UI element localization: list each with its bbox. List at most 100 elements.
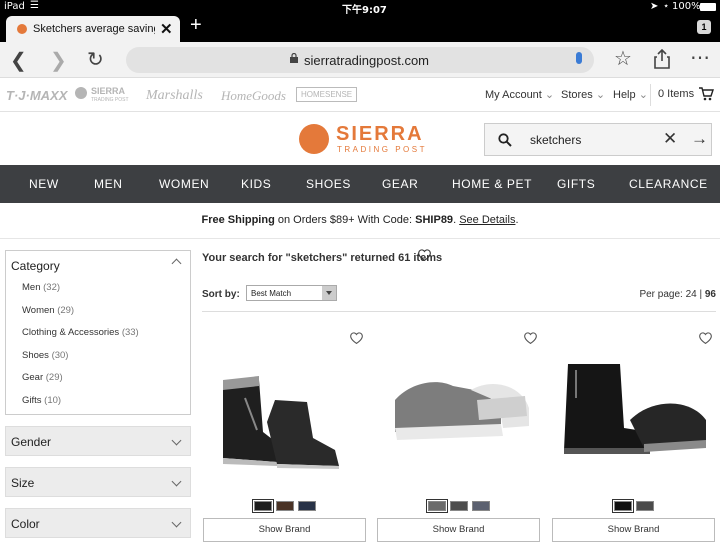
cart-link[interactable]: 0 Items xyxy=(658,88,694,100)
address-bar[interactable]: sierratradingpost.com xyxy=(126,47,594,73)
clear-search-icon[interactable]: ✕ xyxy=(663,129,677,149)
color-swatch[interactable] xyxy=(635,501,654,511)
product-card[interactable]: Show Brand xyxy=(203,322,366,542)
new-tab-icon[interactable]: + xyxy=(190,14,202,37)
my-account-link[interactable]: My Account ⌄ xyxy=(485,88,554,101)
stores-link[interactable]: Stores ⌄ xyxy=(561,88,605,101)
search-icon[interactable] xyxy=(498,133,512,147)
color-swatch[interactable] xyxy=(251,499,274,513)
sierra-small-logo-icon xyxy=(75,87,87,99)
homesense-logo[interactable]: HOMESENSE xyxy=(296,87,358,102)
search-submit-arrow-icon[interactable]: → xyxy=(691,129,708,149)
product-image-boot[interactable] xyxy=(215,350,355,470)
battery-icon xyxy=(700,3,716,11)
back-icon[interactable]: ❮ xyxy=(10,48,27,73)
tab-count-button[interactable]: 1 xyxy=(697,20,711,34)
wishlist-heart-icon[interactable] xyxy=(524,332,537,344)
color-swatch[interactable] xyxy=(449,501,468,511)
chevron-down-icon xyxy=(171,435,182,446)
nav-gear[interactable]: GEAR xyxy=(382,177,418,191)
nav-shoes[interactable]: SHOES xyxy=(306,177,351,191)
show-brand-button[interactable]: Show Brand xyxy=(552,518,715,542)
promo-banner: Free Shipping on Orders $89+ With Code: … xyxy=(0,203,720,239)
location-icon: ➤ xyxy=(650,1,659,12)
tjmaxx-logo[interactable]: T·J·MAXX xyxy=(6,88,67,103)
color-swatch[interactable] xyxy=(611,499,634,513)
tab-strip: Sketchers average savings ✕ + 1 xyxy=(0,14,720,42)
category-option[interactable]: Gear (29) xyxy=(22,372,63,383)
save-search-heart-icon[interactable] xyxy=(418,249,431,261)
color-swatch[interactable] xyxy=(297,501,316,511)
sort-label: Sort by: xyxy=(202,289,240,300)
wishlist-heart-icon[interactable] xyxy=(350,332,363,344)
status-bar: iPad ☰ 下午9:07 ➤ ⋆ 100% xyxy=(0,0,720,16)
product-image-sneaker[interactable] xyxy=(391,362,531,452)
url-text: sierratradingpost.com xyxy=(304,53,429,68)
size-filter[interactable]: Size xyxy=(5,467,191,497)
brand-sub: TRADING POST xyxy=(337,145,428,154)
chevron-down-icon xyxy=(171,517,182,528)
category-option[interactable]: Clothing & Accessories (33) xyxy=(22,327,139,338)
gender-filter[interactable]: Gender xyxy=(5,426,191,456)
category-filter-title[interactable]: Category xyxy=(11,259,60,273)
browser-tab[interactable]: Sketchers average savings ✕ xyxy=(6,16,180,42)
show-brand-button[interactable]: Show Brand xyxy=(377,518,540,542)
chevron-down-icon: ⌄ xyxy=(595,89,606,101)
product-card[interactable]: Show Brand xyxy=(377,322,540,542)
category-option[interactable]: Men (32) xyxy=(22,282,60,293)
sierra-logo[interactable]: SIERRA xyxy=(91,86,125,96)
show-brand-button[interactable]: Show Brand xyxy=(203,518,366,542)
color-filter-title: Color xyxy=(11,517,40,531)
per-page-96-link[interactable]: 96 xyxy=(705,289,716,300)
sierra-logo-icon[interactable] xyxy=(299,124,329,154)
product-image-ankle-boot[interactable] xyxy=(560,358,710,458)
color-swatches xyxy=(552,498,715,516)
nav-men[interactable]: MEN xyxy=(94,177,122,191)
reload-icon[interactable]: ↻ xyxy=(87,47,104,72)
sort-select[interactable]: Best Match xyxy=(246,285,337,301)
cart-icon[interactable] xyxy=(698,86,714,102)
color-filter[interactable]: Color xyxy=(5,508,191,538)
product-card[interactable]: Show Brand xyxy=(552,322,715,542)
share-icon[interactable] xyxy=(654,49,670,69)
help-link[interactable]: Help ⌄ xyxy=(613,88,648,101)
browser-toolbar: ❮ ❯ ↻ sierratradingpost.com ☆ ⋯ xyxy=(0,42,720,78)
chevron-up-icon[interactable] xyxy=(171,258,182,269)
see-details-link[interactable]: See Details xyxy=(459,214,515,226)
wishlist-heart-icon[interactable] xyxy=(699,332,712,344)
lock-icon xyxy=(290,53,298,63)
retailer-bar: T·J·MAXX SIERRA TRADING POST Marshalls H… xyxy=(0,78,720,112)
nav-home-pet[interactable]: HOME & PET xyxy=(452,177,532,191)
results-heading: Your search for "sketchers" returned 61 … xyxy=(202,252,443,264)
homegoods-logo[interactable]: HomeGoods xyxy=(221,88,286,104)
nav-kids[interactable]: KIDS xyxy=(241,177,271,191)
color-swatches xyxy=(377,498,540,516)
bookmark-star-icon[interactable]: ☆ xyxy=(614,46,632,71)
category-option[interactable]: Shoes (30) xyxy=(22,350,68,361)
nav-new[interactable]: NEW xyxy=(29,177,59,191)
bluetooth-icon: ⋆ xyxy=(663,1,670,12)
per-page: Per page: 24 | 96 xyxy=(639,289,716,300)
device-label: iPad xyxy=(4,1,25,12)
search-input[interactable]: sketchers xyxy=(530,133,581,147)
battery-percent: 100% xyxy=(672,1,701,12)
promo-text: Free Shipping on Orders $89+ With Code: … xyxy=(201,214,519,226)
marshalls-logo[interactable]: Marshalls xyxy=(146,88,203,104)
category-option[interactable]: Women (29) xyxy=(22,305,74,316)
nav-clearance[interactable]: CLEARANCE xyxy=(629,177,708,191)
size-filter-title: Size xyxy=(11,476,35,490)
sierra-logo-sub: TRADING POST xyxy=(91,97,129,103)
close-tab-icon[interactable]: ✕ xyxy=(160,20,173,38)
color-swatch[interactable] xyxy=(471,501,490,511)
more-icon[interactable]: ⋯ xyxy=(690,45,710,70)
color-swatch[interactable] xyxy=(425,499,448,513)
color-swatch[interactable] xyxy=(275,501,294,511)
brand-name[interactable]: SIERRA xyxy=(336,123,424,146)
forward-icon[interactable]: ❯ xyxy=(50,48,67,73)
microphone-icon[interactable] xyxy=(576,52,582,64)
nav-women[interactable]: WOMEN xyxy=(159,177,209,191)
search-box[interactable]: sketchers ✕ → xyxy=(484,123,712,156)
nav-gifts[interactable]: GIFTS xyxy=(557,177,595,191)
category-option[interactable]: Gifts (10) xyxy=(22,395,61,406)
dropdown-arrow-icon xyxy=(322,286,336,300)
